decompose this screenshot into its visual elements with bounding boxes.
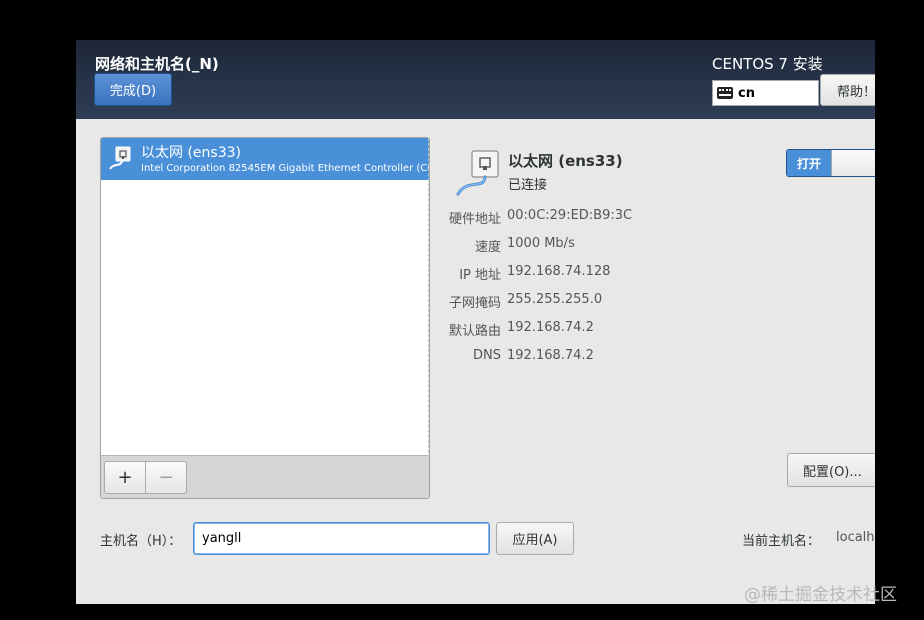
keyboard-layout-label: cn bbox=[738, 85, 755, 101]
subnet-mask-value: 255.255.255.0 bbox=[507, 292, 603, 307]
device-list-toolbar: + − bbox=[101, 455, 429, 498]
configure-button[interactable]: 配置(O)... bbox=[787, 453, 875, 487]
hardware-address-value: 00:0C:29:ED:B9:3C bbox=[507, 208, 633, 223]
product-title: CENTOS 7 安装 bbox=[712, 55, 823, 73]
current-hostname-value: localho bbox=[836, 530, 875, 545]
remove-device-button[interactable]: − bbox=[145, 461, 187, 494]
ip-address-value: 192.168.74.128 bbox=[507, 264, 611, 279]
connection-toggle[interactable]: 打开 bbox=[786, 149, 875, 177]
keyboard-layout-indicator[interactable]: cn bbox=[712, 80, 819, 106]
device-list-item[interactable]: 以太网 (ens33) Intel Corporation 82545EM Gi… bbox=[101, 138, 429, 180]
toggle-knob bbox=[831, 150, 875, 176]
subnet-mask-label: 子网掩码 bbox=[448, 296, 501, 311]
spoke-title: 网络和主机名(_N) bbox=[95, 55, 219, 73]
header-bar: 网络和主机名(_N) 完成(D) CENTOS 7 安装 cn 帮助！ bbox=[76, 40, 875, 119]
connection-status: 已连接 bbox=[508, 178, 548, 193]
speed-label: 速度 bbox=[474, 240, 501, 255]
dns-label: DNS bbox=[473, 348, 501, 363]
add-device-button[interactable]: + bbox=[104, 461, 146, 494]
device-name: 以太网 (ens33) bbox=[141, 145, 241, 161]
done-button[interactable]: 完成(D) bbox=[94, 73, 172, 106]
ip-address-label: IP 地址 bbox=[459, 268, 501, 283]
toggle-on-label: 打开 bbox=[787, 150, 831, 176]
speed-value: 1000 Mb/s bbox=[507, 236, 575, 251]
hardware-address-label: 硬件地址 bbox=[448, 212, 501, 227]
current-hostname-label: 当前主机名： bbox=[742, 534, 821, 549]
help-button[interactable]: 帮助！ bbox=[820, 74, 875, 106]
ethernet-icon bbox=[109, 146, 131, 170]
installer-window: 网络和主机名(_N) 完成(D) CENTOS 7 安装 cn 帮助！ 以太网 … bbox=[76, 40, 875, 604]
hostname-input[interactable] bbox=[193, 522, 490, 555]
apply-hostname-button[interactable]: 应用(A) bbox=[496, 522, 574, 555]
network-wired-icon bbox=[456, 150, 499, 196]
device-description: Intel Corporation 82545EM Gigabit Ethern… bbox=[141, 163, 430, 174]
watermark: @稀土掘金技术社区 bbox=[744, 585, 897, 605]
default-route-label: 默认路由 bbox=[448, 324, 501, 339]
dns-value: 192.168.74.2 bbox=[507, 348, 594, 363]
list-divider bbox=[428, 138, 429, 498]
keyboard-icon bbox=[717, 87, 733, 99]
hostname-label: 主机名（H）： bbox=[100, 534, 182, 549]
device-list-panel: 以太网 (ens33) Intel Corporation 82545EM Gi… bbox=[100, 137, 430, 499]
default-route-value: 192.168.74.2 bbox=[507, 320, 594, 335]
device-detail-name: 以太网 (ens33) bbox=[508, 152, 623, 170]
